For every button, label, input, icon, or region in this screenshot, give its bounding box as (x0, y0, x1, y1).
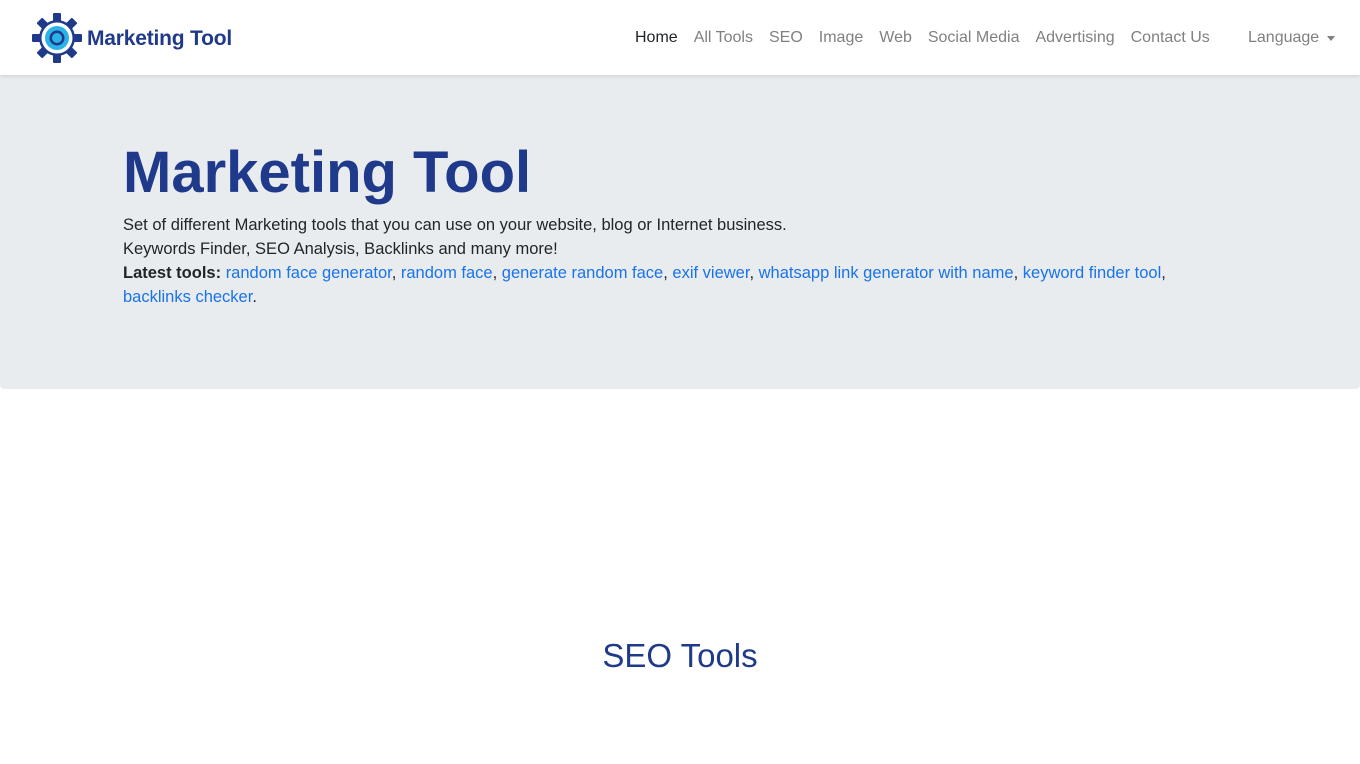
main-nav: Home All Tools SEO Image Web Social Medi… (627, 0, 1218, 75)
latest-tools: Latest tools: random face generator, ran… (123, 264, 1166, 306)
latest-tool-link[interactable]: whatsapp link generator with name (759, 264, 1014, 282)
nav-image[interactable]: Image (811, 26, 871, 50)
nav-web[interactable]: Web (871, 26, 920, 50)
brand-link[interactable]: Marketing Tool (31, 12, 232, 64)
nav-all-tools[interactable]: All Tools (686, 26, 761, 50)
nav-home[interactable]: Home (627, 26, 686, 50)
nav-seo[interactable]: SEO (761, 26, 811, 50)
caret-down-icon (1327, 36, 1336, 41)
language-label: Language (1248, 28, 1320, 46)
seo-tools-heading: SEO Tools (602, 637, 758, 674)
hero-title: Marketing Tool (123, 140, 532, 205)
latest-tools-label: Latest tools: (123, 264, 222, 282)
language-dropdown[interactable]: Language (1240, 0, 1343, 75)
hero-line-2: Keywords Finder, SEO Analysis, Backlinks… (123, 240, 558, 258)
hero-content: Marketing Tool Set of different Marketin… (123, 135, 1238, 309)
hero-description: Set of different Marketing tools that yo… (123, 213, 1238, 309)
latest-tool-link[interactable]: keyword finder tool (1023, 264, 1162, 282)
latest-tool-link[interactable]: exif viewer (672, 264, 749, 282)
gear-logo-icon (31, 12, 83, 64)
brand-name: Marketing Tool (87, 26, 232, 50)
hero-line-1: Set of different Marketing tools that yo… (123, 216, 787, 234)
top-navbar: Marketing Tool Home All Tools SEO Image … (0, 0, 1360, 75)
nav-advertising[interactable]: Advertising (1027, 26, 1122, 50)
nav-social-media[interactable]: Social Media (920, 26, 1028, 50)
latest-tool-link[interactable]: generate random face (502, 264, 663, 282)
nav-contact-us[interactable]: Contact Us (1123, 26, 1218, 50)
hero-jumbotron: Marketing Tool Set of different Marketin… (0, 75, 1360, 389)
latest-tool-link[interactable]: random face (401, 264, 493, 282)
latest-tool-link[interactable]: random face generator (226, 264, 392, 282)
latest-tool-link[interactable]: backlinks checker (123, 288, 252, 306)
